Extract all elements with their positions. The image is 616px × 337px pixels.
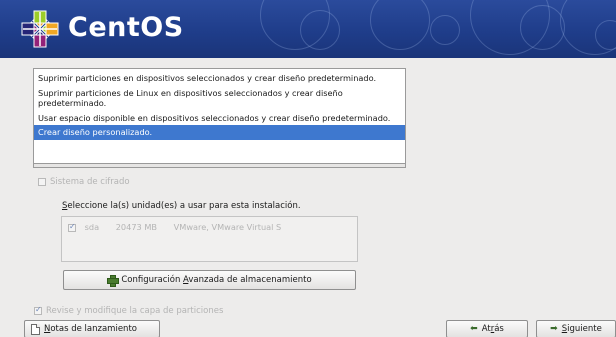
review-checkbox[interactable] [34, 305, 42, 315]
partition-options-list[interactable]: Suprimir particiones en dispositivos sel… [33, 68, 406, 164]
drives-list[interactable]: sda 20473 MB VMware, VMware Virtual S [61, 216, 358, 262]
header-banner: CentOS [0, 0, 616, 58]
arrow-right-icon: ➡ [550, 324, 558, 334]
partition-option[interactable]: Suprimir particiones en dispositivos sel… [34, 71, 405, 86]
back-button[interactable]: ⬅ Atrás [446, 320, 528, 337]
review-label: Revise y modifique la capa de particione… [46, 306, 224, 316]
drives-label: Seleccione la(s) unidad(es) a usar para … [62, 201, 301, 211]
encrypt-label: Sistema de cifrado [50, 177, 130, 187]
centos-logo-icon [21, 10, 59, 48]
drive-model: VMware, VMware Virtual S [173, 222, 282, 232]
advanced-storage-label: Configuración Avanzada de almacenamiento [121, 275, 312, 285]
back-label: Atrás [481, 324, 504, 334]
review-partitions-option[interactable]: Revise y modifique la capa de particione… [34, 305, 224, 316]
drive-row[interactable]: sda 20473 MB VMware, VMware Virtual S [68, 222, 281, 232]
drive-size: 20473 MB [115, 222, 158, 232]
release-notes-label: Notas de lanzamiento [44, 324, 137, 334]
add-icon [107, 275, 120, 287]
release-notes-button[interactable]: Notas de lanzamiento [24, 320, 160, 337]
advanced-storage-button[interactable]: Configuración Avanzada de almacenamiento [63, 270, 356, 290]
arrow-left-icon: ⬅ [470, 324, 478, 334]
drive-checkbox[interactable] [68, 222, 76, 232]
list-scroll-edge [33, 164, 406, 168]
brand-name: CentOS [68, 12, 184, 43]
encrypt-system-option[interactable]: Sistema de cifrado [38, 177, 130, 187]
partition-option[interactable]: Suprimir particiones de Linux en disposi… [34, 86, 405, 111]
next-label: Siguiente [561, 324, 602, 334]
partition-option-selected[interactable]: Crear diseño personalizado. [34, 125, 405, 140]
encrypt-checkbox[interactable] [38, 177, 46, 186]
next-button[interactable]: ➡ Siguiente [536, 320, 616, 337]
partition-option[interactable]: Usar espacio disponible en dispositivos … [34, 111, 405, 126]
drive-name: sda [84, 222, 100, 232]
document-icon [31, 323, 40, 335]
